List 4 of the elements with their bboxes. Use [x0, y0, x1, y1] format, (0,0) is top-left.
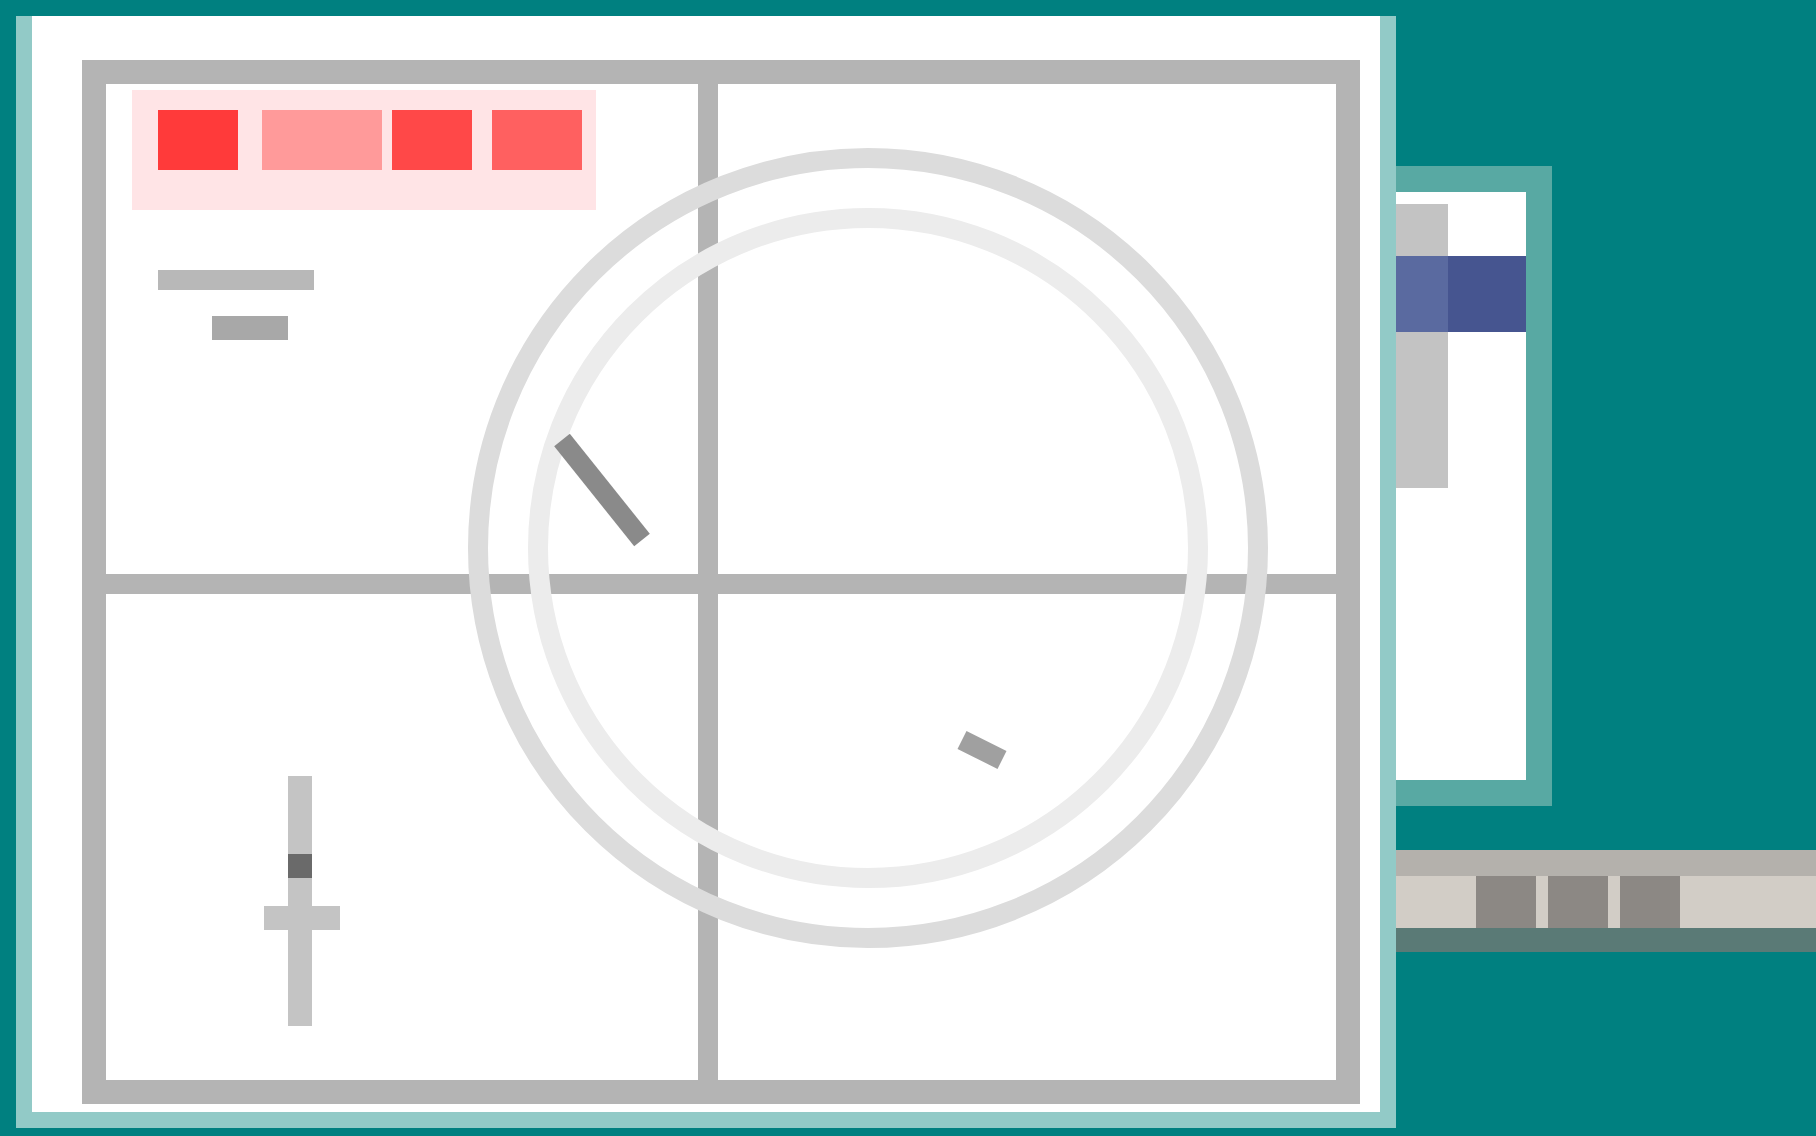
toolbar-block-icon[interactable]: [1620, 876, 1680, 928]
toolbar-block-icon[interactable]: [1476, 876, 1536, 928]
toolbar-block-icon[interactable]: [1548, 876, 1608, 928]
list-row[interactable]: [1396, 256, 1526, 332]
